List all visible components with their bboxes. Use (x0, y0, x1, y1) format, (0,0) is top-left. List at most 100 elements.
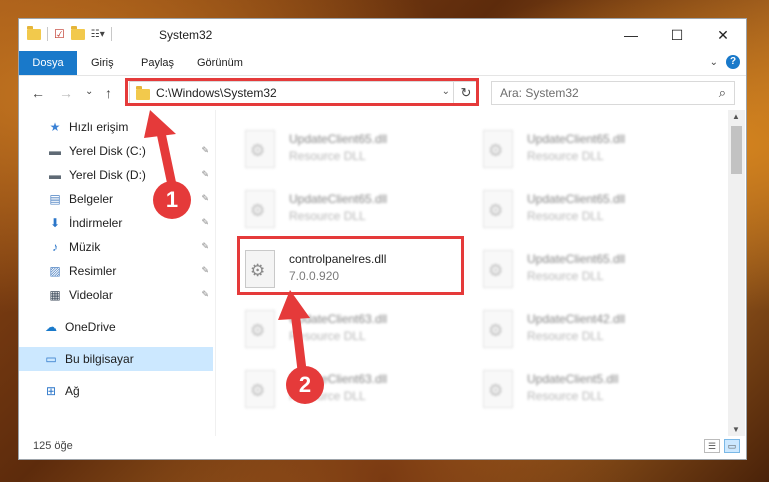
close-button[interactable]: ✕ (700, 19, 746, 51)
file-name: UpdateClient65.dll (527, 192, 626, 206)
quick-access-toolbar: ☑ ☷▾ (27, 25, 112, 41)
dll-file-icon (483, 130, 513, 168)
file-description: Resource DLL (527, 389, 604, 403)
sidebar-item[interactable]: ▬ Yerel Disk (D:) ✎ (19, 163, 213, 187)
search-input[interactable]: Ara: System32 ⌕ (491, 81, 735, 105)
file-highlight (237, 236, 464, 295)
sidebar-item-label: Yerel Disk (C:) (69, 144, 146, 158)
maximize-button[interactable]: ☐ (654, 19, 700, 51)
file-tile[interactable]: UpdateClient63.dllResource DLL (241, 368, 441, 414)
recent-locations-button[interactable]: ⌄ (85, 86, 93, 97)
window-title: System32 (159, 28, 213, 42)
file-name: UpdateClient65.dll (289, 132, 388, 146)
item-count: 125 öğe (33, 440, 73, 452)
scrollbar-thumb[interactable] (731, 126, 742, 174)
file-description: Resource DLL (527, 209, 604, 223)
file-tile[interactable]: UpdateClient42.dll Resource DLL (479, 308, 679, 354)
sidebar-item[interactable]: ⊞ Ağ (19, 379, 213, 403)
file-tile[interactable]: UpdateClient65.dll Resource DLL (479, 128, 679, 174)
videos-icon: ▦ (49, 288, 61, 302)
pin-icon[interactable]: ✎ (201, 289, 209, 300)
download-icon: ⬇ (49, 216, 61, 230)
sidebar-item-label: Resimler (69, 264, 117, 278)
sidebar-item-label: OneDrive (65, 320, 116, 334)
dll-file-icon (245, 370, 275, 408)
up-button[interactable]: ↑ (105, 85, 112, 101)
step-1-badge: 1 (153, 181, 191, 219)
file-tile[interactable]: UpdateClient65.dll Resource DLL (479, 248, 679, 294)
documents-icon: ▤ (49, 192, 61, 206)
new-folder-icon[interactable] (70, 25, 85, 40)
sidebar-item[interactable]: ♪ Müzik ✎ (19, 235, 213, 259)
dll-file-icon (483, 190, 513, 228)
sidebar-item[interactable]: ★ Hızlı erişim (19, 115, 213, 139)
file-tile[interactable]: UpdateClient65.dll Resource DLL (479, 188, 679, 234)
customize-toolbar-icon[interactable]: ☷▾ (91, 29, 105, 40)
expand-ribbon-icon[interactable]: ⌄ (710, 57, 718, 68)
sidebar-item-label: Bu bilgisayar (65, 352, 134, 366)
tab-view[interactable]: Görünüm (185, 51, 255, 75)
file-description: Resource DLL (289, 149, 366, 163)
search-icon[interactable]: ⌕ (719, 85, 726, 101)
file-name: UpdateClient42.dll (527, 312, 626, 326)
scroll-down-icon[interactable]: ▼ (732, 425, 740, 434)
dll-file-icon (245, 310, 275, 348)
file-description: Resource DLL (527, 329, 604, 343)
pin-icon[interactable]: ✎ (201, 193, 209, 204)
tiles-view-icon[interactable]: ▭ (724, 439, 740, 453)
dll-file-icon (483, 250, 513, 288)
sidebar-item[interactable]: ▦ Videolar ✎ (19, 283, 213, 307)
file-name: UpdateClient5.dll (527, 372, 619, 386)
dll-file-icon (245, 130, 275, 168)
sidebar-item[interactable]: ▬ Yerel Disk (C:) ✎ (19, 139, 213, 163)
sidebar-item-label: Belgeler (69, 192, 114, 206)
dll-file-icon (483, 310, 513, 348)
star-icon: ★ (49, 120, 61, 134)
pin-icon[interactable]: ✎ (201, 169, 209, 180)
pin-icon[interactable]: ✎ (201, 217, 209, 228)
pictures-icon: ▨ (49, 264, 61, 278)
sidebar-item[interactable]: ▭ Bu bilgisayar (19, 347, 213, 371)
forward-button[interactable]: → (59, 85, 73, 101)
sidebar-item-label: Videolar (69, 288, 113, 302)
file-tile[interactable]: UpdateClient65.dll Resource DLL (241, 128, 441, 174)
sidebar-item-label: Yerel Disk (D:) (69, 168, 146, 182)
tab-file[interactable]: Dosya (19, 51, 77, 75)
cloud-icon: ☁ (45, 320, 57, 334)
vertical-scrollbar[interactable]: ▲ ▼ (728, 110, 745, 436)
file-description: Resource DLL (289, 329, 366, 343)
help-icon[interactable]: ? (726, 55, 740, 69)
file-name: UpdateClient63.dll (289, 312, 388, 326)
drive-icon: ▬ (49, 144, 61, 158)
navigation-pane: ★ Hızlı erişim ▬ Yerel Disk (C:) ✎ ▬ Yerel Dis… (19, 115, 213, 433)
sidebar-item[interactable]: ▨ Resimler ✎ (19, 259, 213, 283)
minimize-button[interactable]: — (608, 19, 654, 51)
status-bar: 125 öğe ☰ ▭ (19, 435, 746, 459)
drive-icon: ▬ (49, 168, 61, 182)
sidebar-item-label: Ağ (65, 384, 80, 398)
pin-icon[interactable]: ✎ (201, 145, 209, 156)
file-name: UpdateClient65.dll (527, 132, 626, 146)
pin-icon[interactable]: ✎ (201, 265, 209, 276)
dll-file-icon (245, 190, 275, 228)
tab-home[interactable]: Giriş (79, 51, 126, 75)
back-button[interactable]: ← (31, 85, 45, 101)
properties-icon[interactable]: ☑ (54, 27, 65, 41)
tab-share[interactable]: Paylaş (129, 51, 186, 75)
file-name: UpdateClient65.dll (289, 192, 388, 206)
pin-icon[interactable]: ✎ (201, 241, 209, 252)
sidebar-item-label: Hızlı erişim (69, 120, 129, 134)
scroll-up-icon[interactable]: ▲ (732, 112, 740, 121)
step-2-badge: 2 (286, 366, 324, 404)
file-description: Resource DLL (289, 209, 366, 223)
file-tile[interactable]: UpdateClient63.dll Resource DLL (241, 308, 441, 354)
sidebar-item-label: Müzik (69, 240, 101, 254)
network-icon: ⊞ (45, 384, 57, 398)
file-description: Resource DLL (527, 269, 604, 283)
file-tile[interactable]: UpdateClient5.dll Resource DLL (479, 368, 679, 414)
ribbon: Dosya Giriş Paylaş Görünüm ⌄ ? (19, 51, 746, 76)
search-placeholder: Ara: System32 (500, 86, 579, 100)
details-view-icon[interactable]: ☰ (704, 439, 720, 453)
sidebar-item[interactable]: ☁ OneDrive (19, 315, 213, 339)
file-tile[interactable]: UpdateClient65.dll Resource DLL (241, 188, 441, 234)
